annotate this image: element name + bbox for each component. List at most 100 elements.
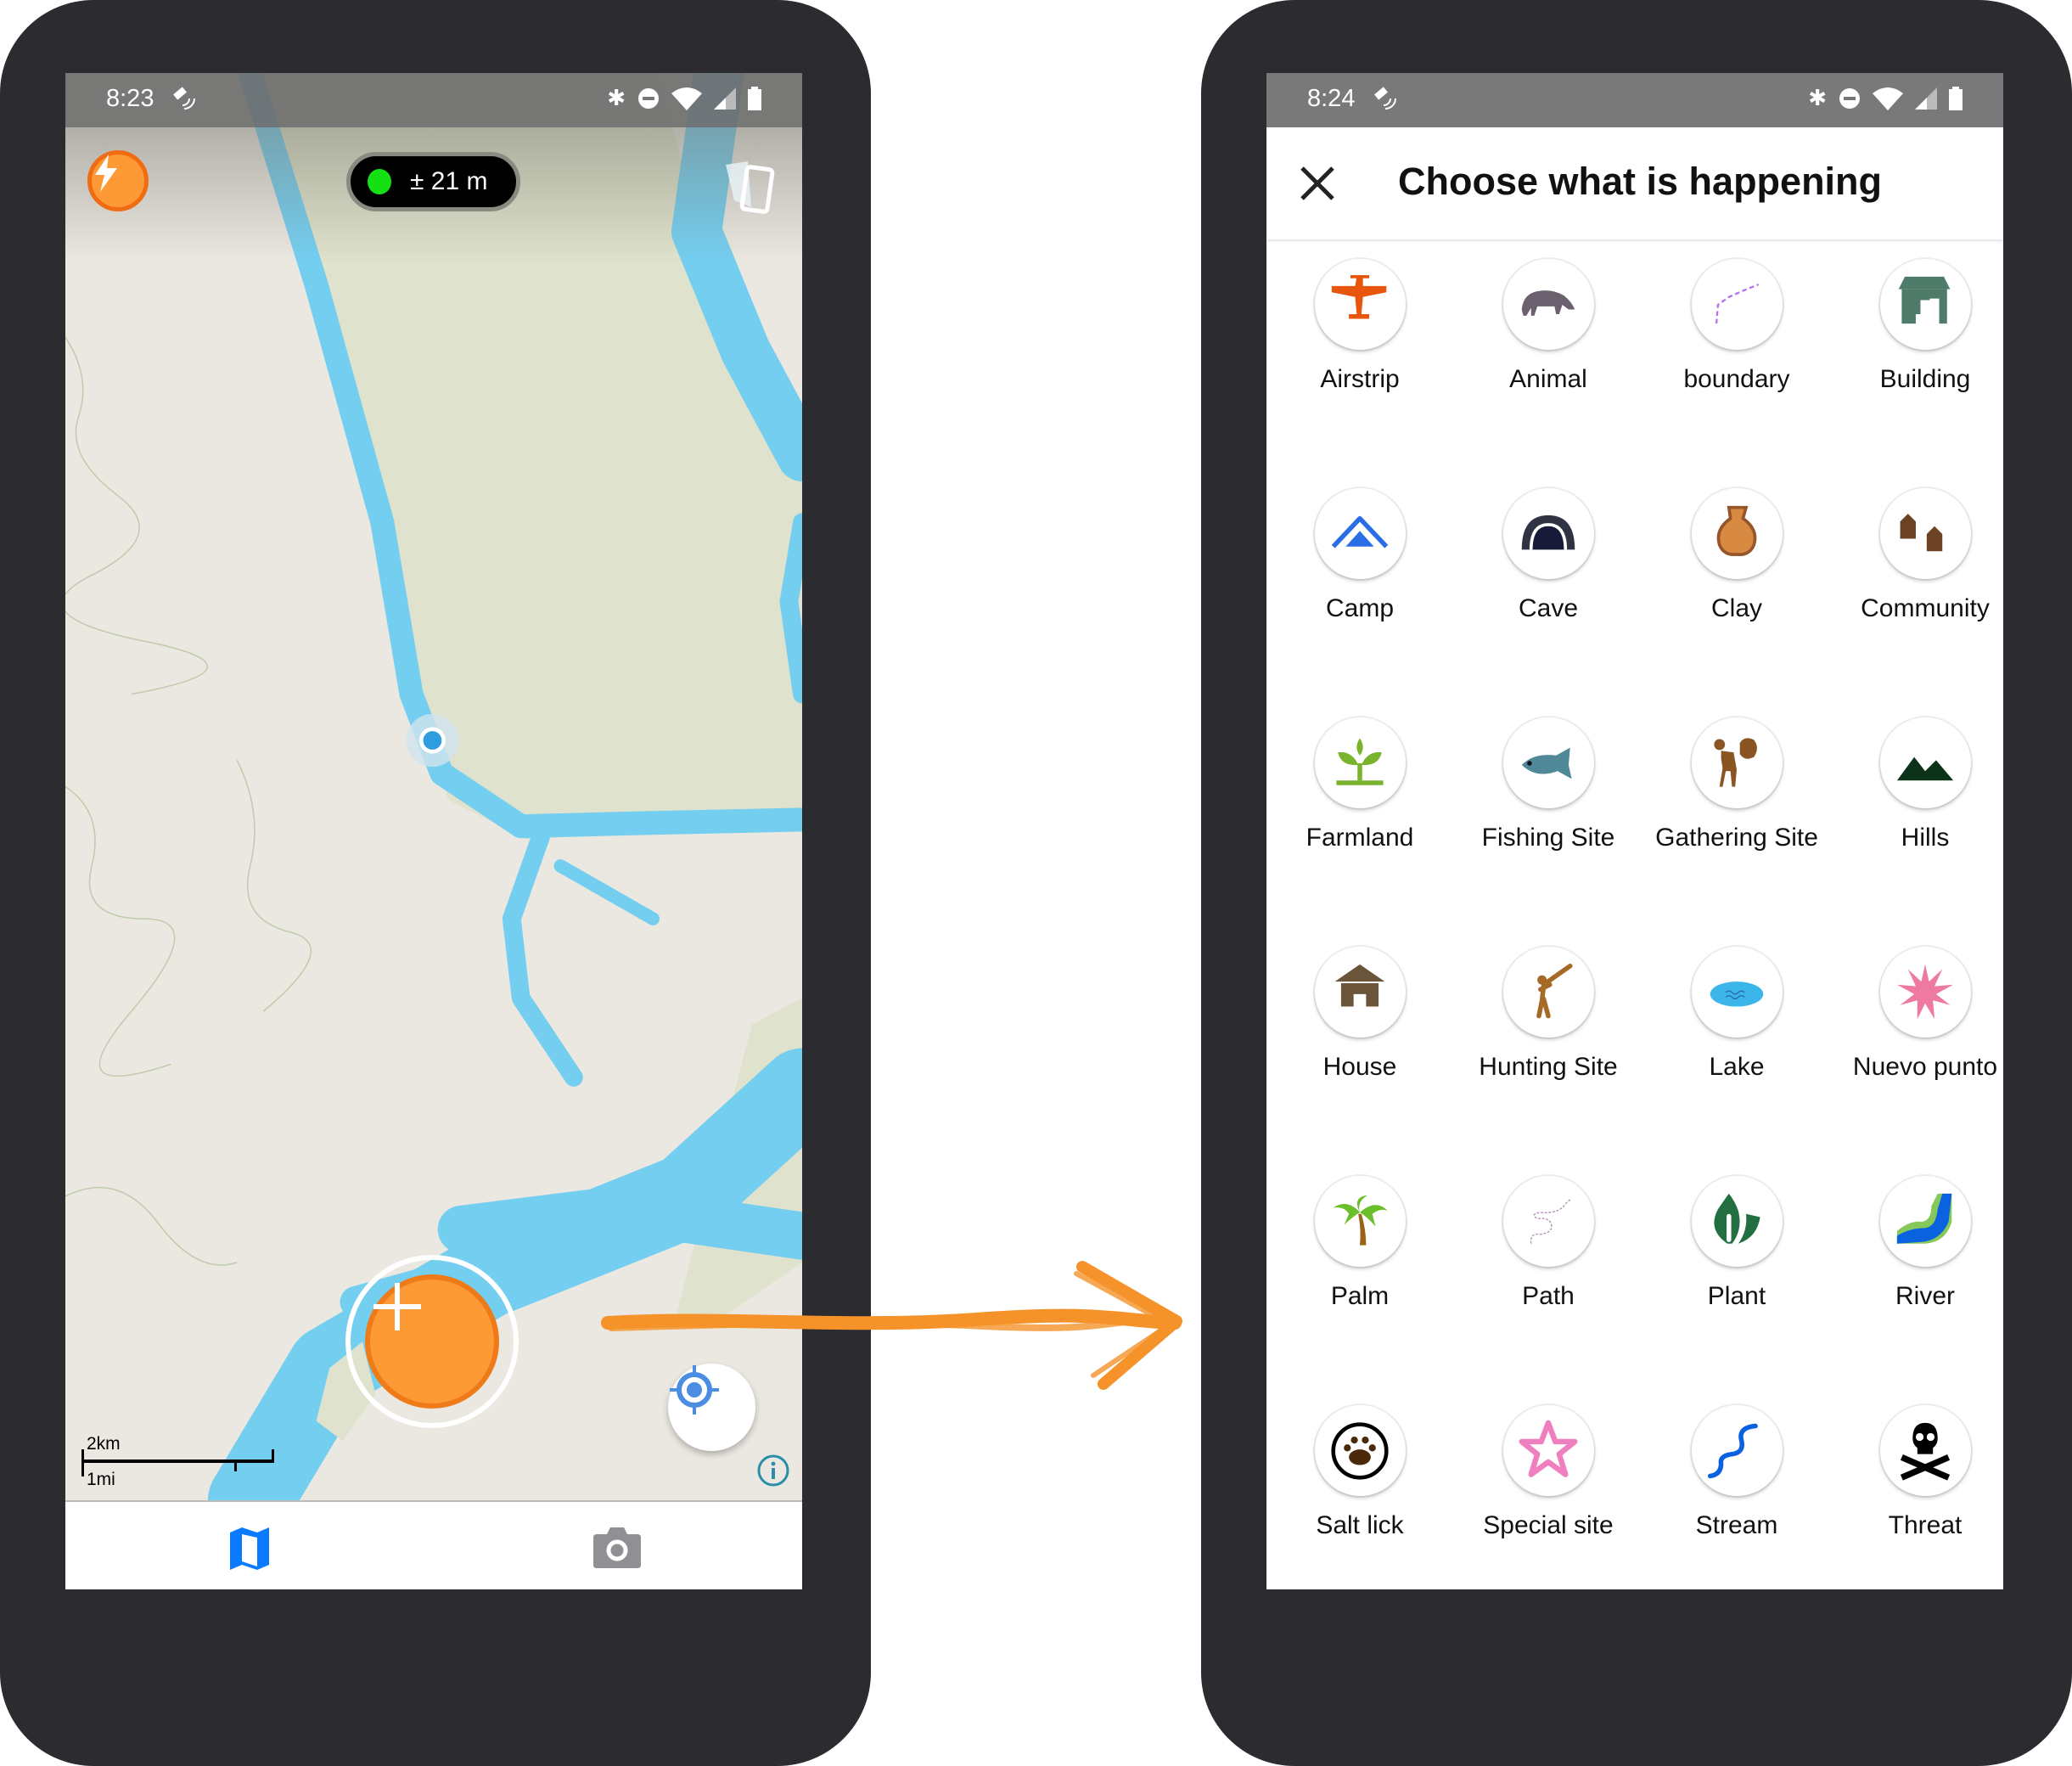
camp-icon <box>1331 515 1389 548</box>
category-icon-button[interactable] <box>1879 947 1971 1038</box>
starburst-icon <box>1896 964 1954 1019</box>
category-item-animal[interactable]: Animal <box>1454 259 1642 488</box>
category-item-hunting-site[interactable]: Hunting Site <box>1454 947 1642 1176</box>
status-bar: 8:24 ✱ <box>1266 73 2003 127</box>
category-item-threat[interactable]: Threat <box>1831 1405 2003 1589</box>
category-label: Clay <box>1710 594 1762 622</box>
farmland-icon <box>1336 738 1384 785</box>
status-bar: 8:23 ✱ <box>65 73 802 127</box>
category-icon-button[interactable] <box>1879 488 1971 579</box>
category-label: Threat <box>1888 1511 1963 1539</box>
bottom-nav <box>65 1500 802 1589</box>
stream-icon <box>1707 1423 1758 1478</box>
category-icon-button[interactable] <box>1314 259 1406 350</box>
category-item-special-site[interactable]: Special site <box>1454 1405 1642 1589</box>
category-icon-button[interactable] <box>1879 1405 1971 1496</box>
category-icon-button[interactable] <box>1691 947 1783 1038</box>
gps-status-dot <box>368 169 391 194</box>
category-item-farmland[interactable]: Farmland <box>1266 717 1454 947</box>
do-not-disturb-icon <box>638 87 659 109</box>
category-item-hills[interactable]: Hills <box>1831 717 2003 947</box>
clay-icon <box>1716 505 1757 556</box>
nav-map-tab[interactable] <box>228 1527 271 1574</box>
category-label: Special site <box>1483 1511 1614 1539</box>
plus-icon <box>373 1283 421 1330</box>
layers-icon <box>726 161 775 214</box>
category-label: Stream <box>1695 1511 1778 1539</box>
category-icon-button[interactable] <box>1691 1405 1783 1496</box>
status-icons: ✱ <box>1808 85 1963 111</box>
category-icon-button[interactable] <box>1879 259 1971 350</box>
hunting-icon <box>1536 963 1573 1018</box>
category-item-path[interactable]: Path <box>1454 1176 1642 1405</box>
status-time: 8:23 <box>106 85 154 112</box>
category-item-lake[interactable]: Lake <box>1642 947 1831 1176</box>
category-label: Path <box>1522 1282 1575 1310</box>
category-screen: 8:24 ✱ Choose what is happening Airstrip… <box>1266 73 2003 1589</box>
paw-icon <box>1331 1421 1389 1480</box>
category-item-plant[interactable]: Plant <box>1642 1176 1831 1405</box>
category-icon-button[interactable] <box>1879 717 1971 808</box>
animal-icon <box>1521 290 1575 316</box>
category-icon-button[interactable] <box>1314 488 1406 579</box>
category-icon-button[interactable] <box>1502 488 1594 579</box>
scale-metric: 2km <box>87 1434 121 1454</box>
category-label: Salt lick <box>1316 1511 1404 1539</box>
app-header: Choose what is happening <box>1266 127 2003 239</box>
gps-satellite-icon <box>173 87 195 110</box>
cell-signal-icon <box>714 87 736 110</box>
category-icon-button[interactable] <box>1502 717 1594 808</box>
category-label: Plant <box>1707 1282 1766 1310</box>
category-icon-button[interactable] <box>1314 1405 1406 1496</box>
category-item-stream[interactable]: Stream <box>1642 1405 1831 1589</box>
lightning-icon <box>95 155 117 192</box>
category-icon-button[interactable] <box>1691 259 1783 350</box>
category-item-building[interactable]: Building <box>1831 259 2003 488</box>
category-item-palm[interactable]: Palm <box>1266 1176 1454 1405</box>
category-icon-button[interactable] <box>1691 717 1783 808</box>
gps-accuracy-text: ± 21 m <box>410 167 488 195</box>
map-scale-bar: 2km 1mi <box>81 1434 285 1493</box>
category-icon-button[interactable] <box>1502 1176 1594 1267</box>
category-item-boundary[interactable]: boundary <box>1642 259 1831 488</box>
category-item-gathering-site[interactable]: Gathering Site <box>1642 717 1831 947</box>
category-icon-button[interactable] <box>1879 1176 1971 1267</box>
category-icon-button[interactable] <box>1314 1176 1406 1267</box>
category-item-house[interactable]: House <box>1266 947 1454 1176</box>
nav-camera-tab[interactable] <box>593 1526 641 1572</box>
category-item-clay[interactable]: Clay <box>1642 488 1831 717</box>
cell-signal-icon <box>1915 87 1937 110</box>
category-icon-button[interactable] <box>1502 259 1594 350</box>
category-item-airstrip[interactable]: Airstrip <box>1266 259 1454 488</box>
phone-frame-left: ± 21 m 2km 1mi 8:23 ✱ <box>0 0 871 1766</box>
category-icon-button[interactable] <box>1502 1405 1594 1496</box>
category-icon-button[interactable] <box>1314 717 1406 808</box>
battery-icon <box>1949 86 1963 110</box>
close-icon <box>1300 166 1334 200</box>
category-icon-button[interactable] <box>1314 947 1406 1038</box>
gps-accuracy-pill[interactable]: ± 21 m <box>346 152 520 211</box>
add-observation-button[interactable] <box>365 1274 499 1409</box>
category-icon-button[interactable] <box>1691 1176 1783 1267</box>
category-item-cave[interactable]: Cave <box>1454 488 1642 717</box>
category-label: Hunting Site <box>1479 1053 1618 1081</box>
airplane-icon <box>1331 274 1387 319</box>
palm-icon <box>1333 1195 1389 1246</box>
category-icon-button[interactable] <box>1691 488 1783 579</box>
quick-add-button[interactable] <box>87 150 149 211</box>
close-button[interactable] <box>1297 163 1338 204</box>
category-item-salt-lick[interactable]: Salt lick <box>1266 1405 1454 1589</box>
category-item-community[interactable]: Community <box>1831 488 2003 717</box>
category-item-fishing-site[interactable]: Fishing Site <box>1454 717 1642 947</box>
category-label: Lake <box>1709 1053 1765 1081</box>
camera-icon <box>593 1527 641 1568</box>
category-item-nuevo-punto[interactable]: Nuevo punto <box>1831 947 2003 1176</box>
river-icon <box>1896 1193 1952 1244</box>
status-time: 8:24 <box>1307 85 1356 112</box>
category-item-river[interactable]: River <box>1831 1176 2003 1405</box>
category-icon-button[interactable] <box>1502 947 1594 1038</box>
star-icon <box>1519 1420 1578 1477</box>
category-label: boundary <box>1683 365 1790 393</box>
category-item-camp[interactable]: Camp <box>1266 488 1454 717</box>
category-label: Farmland <box>1306 824 1414 852</box>
